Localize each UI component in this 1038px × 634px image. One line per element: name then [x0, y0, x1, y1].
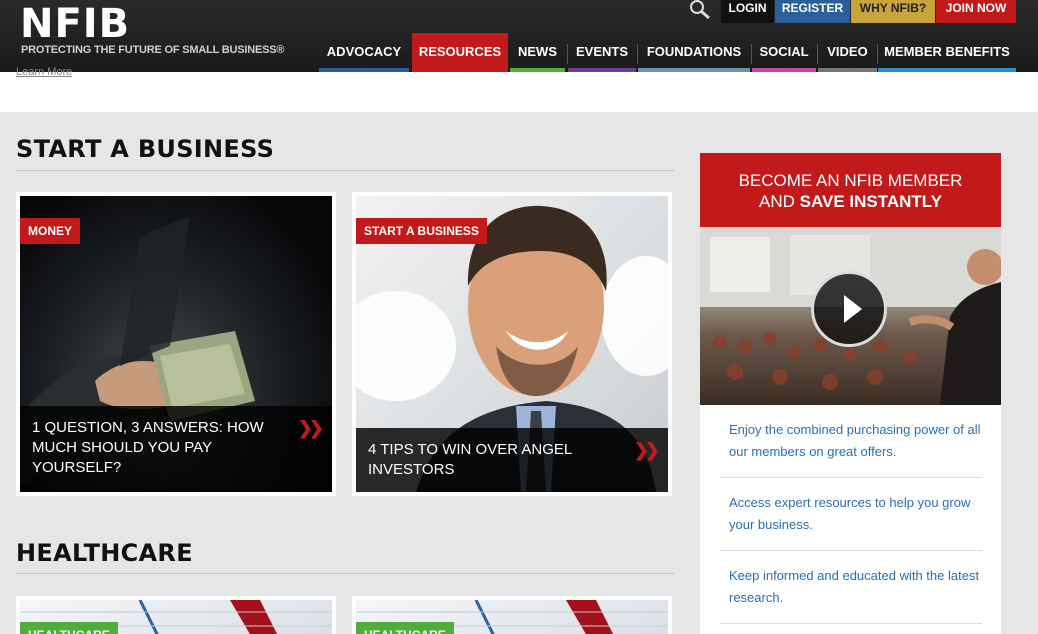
learn-more-link[interactable]: Learn More — [16, 66, 72, 78]
play-button-icon[interactable] — [811, 271, 887, 347]
benefit-item[interactable]: Keep informed and educated with the late… — [720, 565, 982, 609]
headline-and: AND — [759, 192, 800, 211]
section-divider — [16, 573, 674, 574]
nav-resources[interactable]: RESOURCES — [412, 33, 508, 78]
nav-foundations[interactable]: FOUNDATIONS — [638, 33, 750, 78]
nav-events[interactable]: EVENTS — [568, 33, 636, 78]
nav-video[interactable]: VIDEO — [818, 33, 877, 78]
category-tag[interactable]: MONEY — [20, 218, 81, 244]
headline-save-instantly: SAVE INSTANTLY — [799, 192, 942, 211]
article-title: 4 TIPS TO WIN OVER ANGEL INVESTORS — [368, 441, 572, 478]
nav-label: ADVOCACY — [326, 44, 402, 59]
category-tag[interactable]: HEALTHCARE — [356, 622, 454, 634]
search-icon[interactable] — [688, 0, 712, 20]
nav-label: MEMBER BENEFITS — [884, 44, 1010, 59]
content-top-strip — [0, 72, 1038, 112]
membership-sidebar: BECOME AN NFIB MEMBER AND SAVE INSTANTLY… — [700, 153, 1001, 634]
nav-label: EVENTS — [575, 44, 628, 59]
article-card-angel-investors[interactable]: START A BUSINESS 4 TIPS TO WIN OVER ANGE… — [352, 192, 672, 496]
article-card-healthcare-2[interactable]: HEALTHCARE — [352, 596, 672, 634]
article-caption[interactable]: 4 TIPS TO WIN OVER ANGEL INVESTORS ❯❯ — [356, 428, 668, 492]
nav-label: FOUNDATIONS — [646, 44, 742, 59]
article-card-money[interactable]: MONEY 1 QUESTION, 3 ANSWERS: HOW MUCH SH… — [16, 192, 336, 496]
nfib-logo[interactable]: NFIB — [20, 4, 130, 44]
benefit-divider — [720, 623, 982, 624]
nav-label: RESOURCES — [418, 44, 502, 59]
membership-headline[interactable]: BECOME AN NFIB MEMBER AND SAVE INSTANTLY — [700, 153, 1001, 227]
login-link[interactable]: LOGIN — [721, 0, 774, 23]
benefit-divider — [720, 477, 982, 478]
benefit-item[interactable]: Access expert resources to help you grow… — [720, 492, 982, 536]
nav-advocacy[interactable]: ADVOCACY — [319, 33, 409, 78]
section-title-start-a-business: START A BUSINESS — [16, 135, 275, 163]
register-link[interactable]: REGISTER — [775, 0, 850, 23]
nav-member-benefits[interactable]: MEMBER BENEFITS — [878, 33, 1016, 78]
double-chevron-right-icon: ❯❯ — [297, 418, 324, 438]
headline-line1: BECOME AN NFIB MEMBER — [738, 171, 963, 190]
section-title-healthcare: HEALTHCARE — [16, 539, 193, 567]
section-divider — [16, 170, 674, 171]
nav-news[interactable]: NEWS — [510, 33, 565, 78]
site-header: NFIB PROTECTING THE FUTURE OF SMALL BUSI… — [0, 0, 1038, 78]
benefit-item[interactable]: Enjoy the combined purchasing power of a… — [720, 419, 982, 463]
nav-label: NEWS — [518, 44, 557, 59]
article-caption[interactable]: 1 QUESTION, 3 ANSWERS: HOW MUCH SHOULD Y… — [20, 406, 332, 492]
article-title: 1 QUESTION, 3 ANSWERS: HOW MUCH SHOULD Y… — [32, 419, 264, 476]
benefit-divider — [720, 550, 982, 551]
why-nfib-link[interactable]: WHY NFIB? — [851, 0, 935, 23]
article-card-healthcare-1[interactable]: HEALTHCARE — [16, 596, 336, 634]
membership-video[interactable] — [700, 227, 1001, 405]
nav-label: VIDEO — [827, 44, 868, 59]
nav-label: SOCIAL — [759, 44, 809, 59]
join-now-button[interactable]: JOIN NOW — [936, 0, 1016, 23]
nav-social[interactable]: SOCIAL — [752, 33, 816, 78]
double-chevron-right-icon: ❯❯ — [633, 440, 660, 460]
logo-tagline: PROTECTING THE FUTURE OF SMALL BUSINESS® — [21, 44, 285, 56]
category-tag[interactable]: HEALTHCARE — [20, 622, 118, 634]
category-tag[interactable]: START A BUSINESS — [356, 218, 487, 244]
